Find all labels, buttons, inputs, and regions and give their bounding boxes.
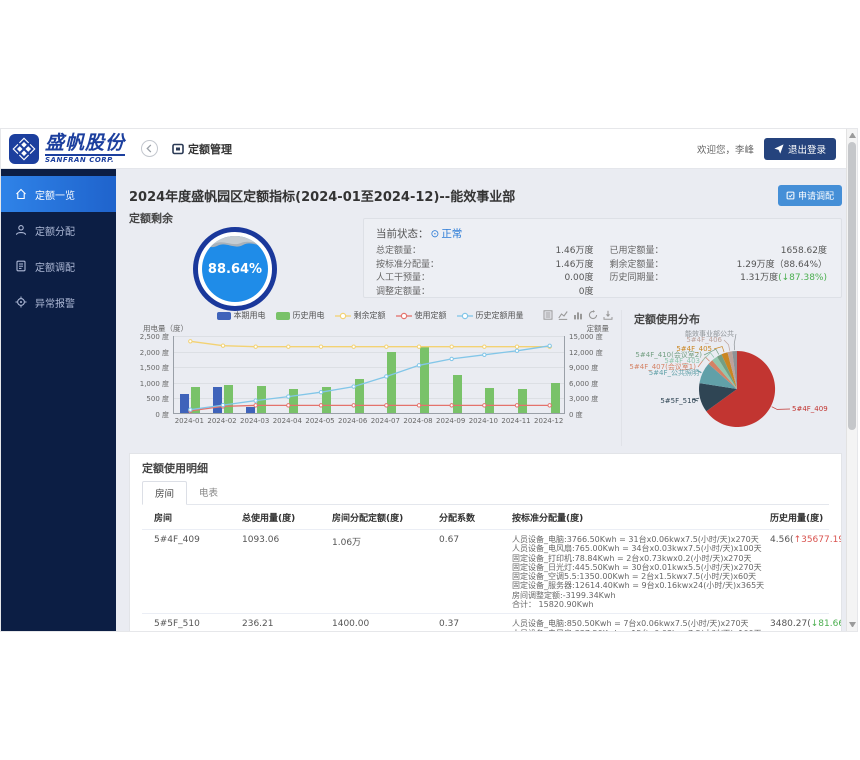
status-label: 当前状态： [376,226,429,241]
scrollbar-up-arrow[interactable] [849,133,856,138]
status-value: 正常 [441,226,462,241]
cell-history-usage: 4.56(↑35677.19%) [770,535,842,609]
scrollbar-thumb[interactable] [848,142,856,430]
table-header-row: 房间 总使用量(度) 房间分配定额(度) 分配系数 按标准分配量(度) 历史用量… [142,511,829,530]
app-window: 盛帆股份 SANFRAN CORP. 定额管理 欢迎您，李峰 退出登录 [0,128,858,632]
table-body: 5#4F_4091093.061.06万0.67人员设备_电脑:3766.50K… [142,530,829,631]
cell-total-used: 236.21 [242,619,332,631]
quota-remaining-title: 定额剩余 [129,210,363,226]
pie-chart-title: 定额使用分布 [634,311,842,327]
legend-item-使用定额[interactable]: 使用定额 [396,310,447,321]
table-row-5#5F_510: 5#5F_510236.211400.000.37人员设备_电脑:850.50K… [142,614,829,631]
scrollbar-down-arrow[interactable] [849,622,856,627]
detail-tabs: 房间 电表 [142,481,829,505]
module-title: 定额管理 [188,141,232,157]
quota-pie-chart: 5#4F_4095#5F_5105#4F_公共照明5#4F_407(会议室1)5… [622,327,846,441]
app-header: 盛帆股份 SANFRAN CORP. 定额管理 欢迎您，李峰 退出登录 [1,129,846,169]
logo-title: 盛帆股份 [45,134,125,153]
table-section-title: 定额使用明细 [142,460,829,476]
tab-meter[interactable]: 电表 [187,481,230,504]
welcome-text: 欢迎您，李峰 [697,142,754,156]
sidebar: 定额一览 定额分配 定额调配 异常报警 [1,169,116,631]
status-left-column: 总定额量：1.46万度 按标准分配量：1.46万度 人工干预量：0.00度 调整… [376,245,594,299]
usage-bar-line-chart: 本期用电历史用电剩余定额使用定额历史定额用量 用电量（度） 定额量 0 度500… [129,310,621,446]
cell-coefficient: 0.37 [439,619,512,631]
cell-allocated-quota: 1400.00 [332,619,439,631]
pie-label-5#5F_510: 5#5F_510 [660,397,696,405]
legend-item-历史用电[interactable]: 历史用电 [276,310,325,321]
sidebar-item-quota-transfer[interactable]: 定额调配 [1,248,116,284]
pie-label-5#4F_405: 5#4F_405 [676,345,712,353]
paper-plane-icon [774,144,784,154]
back-arrow-icon [145,144,154,153]
legend-item-本期用电[interactable]: 本期用电 [217,310,266,321]
status-right-column: 已用定额量：1658.62度 剩余定额量：1.29万度（88.64%） 历史同期… [610,245,828,299]
bar-chart-icon[interactable] [573,310,583,320]
line-chart-icon[interactable] [558,310,568,320]
cell-total-used: 1093.06 [242,535,332,609]
save-image-icon[interactable] [603,310,613,320]
status-card: 当前状态： ⊙ 正常 总定额量：1.46万度 按标准分配量：1.46万度 人工干… [363,218,842,298]
vertical-scrollbar[interactable] [846,129,857,631]
status-ok-icon: ⊙ [431,228,440,240]
module-title-group: 定额管理 [172,141,232,157]
quota-remaining-section: 定额剩余 88.64% [129,210,363,306]
module-icon [172,143,184,155]
legend-item-历史定额用量[interactable]: 历史定额用量 [457,310,524,321]
pie-label-5#4F_409: 5#4F_409 [792,405,828,413]
usage-detail-card: 定额使用明细 房间 电表 房间 总使用量(度) 房间分配定额(度) 分配系数 按… [129,453,842,631]
logo-subtitle: SANFRAN CORP. [45,154,125,164]
sidebar-item-quota-overview[interactable]: 定额一览 [1,176,116,212]
cell-standard-allocation: 人员设备_电脑:850.50Kwh = 7台x0.06kwx7.5(小时/天)x… [512,619,770,631]
document-icon [786,191,795,200]
screenshot-canvas: 盛帆股份 SANFRAN CORP. 定额管理 欢迎您，李峰 退出登录 [0,0,860,760]
tab-room[interactable]: 房间 [142,481,187,505]
company-logo: 盛帆股份 SANFRAN CORP. [9,134,125,164]
data-view-icon[interactable] [543,310,553,320]
cell-standard-allocation: 人员设备_电脑:3766.50Kwh = 31台x0.06kwx7.5(小时/天… [512,535,770,609]
legend-item-剩余定额[interactable]: 剩余定额 [335,310,386,321]
sidebar-item-abnormal-alarm[interactable]: 异常报警 [1,284,116,320]
restore-icon[interactable] [588,310,598,320]
quota-distribution-section: 定额使用分布 5#4F_4095#5F_5105#4F_公共照明5#4F_407… [621,310,842,446]
main-content: 2024年度盛帆园区定额指标(2024-01至2024-12)--能效事业部 申… [116,169,846,631]
cell-coefficient: 0.67 [439,535,512,609]
apply-transfer-button[interactable]: 申请调配 [778,185,842,206]
logout-button[interactable]: 退出登录 [764,138,836,160]
user-icon [15,224,27,236]
chart-toolbox [543,310,613,320]
alarm-icon [15,296,27,308]
home-icon [15,188,27,200]
cell-room: 5#5F_510 [154,619,242,631]
cell-history-usage: 3480.27(↓81.66%) [770,619,842,631]
logo-icon [9,134,39,164]
pie-label-能效事业部公共: 能效事业部公共 [685,329,734,338]
gauge-value: 88.64% [202,262,268,277]
table-row-5#4F_409: 5#4F_4091093.061.06万0.67人员设备_电脑:3766.50K… [142,530,829,614]
back-button[interactable] [141,140,158,157]
page-title: 2024年度盛帆园区定额指标(2024-01至2024-12)--能效事业部 [129,186,515,205]
liquid-gauge-chart: 88.64% [193,227,277,311]
cell-allocated-quota: 1.06万 [332,535,439,609]
ledger-icon [15,260,27,272]
chart-legend: 本期用电历史用电剩余定额使用定额历史定额用量 [129,310,611,321]
chart-plot-area [173,336,565,414]
cell-room: 5#4F_409 [154,535,242,609]
sidebar-item-quota-allocation[interactable]: 定额分配 [1,212,116,248]
